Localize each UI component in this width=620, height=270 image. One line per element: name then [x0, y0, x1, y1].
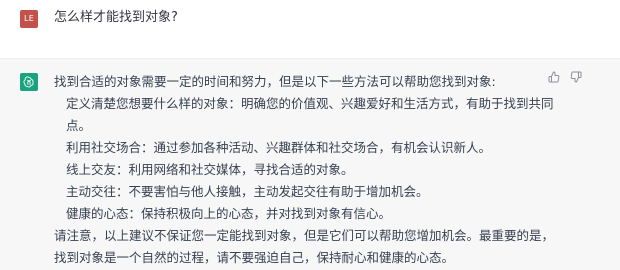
user-message-row: LE 怎么样才能找到对象?	[0, 0, 620, 58]
feedback-buttons	[548, 71, 582, 83]
list-item: 定义清楚您想要什么样的对象：明确您的价值观、兴趣爱好和生活方式，有助于找到共同点…	[66, 96, 554, 133]
openai-logo-icon	[23, 76, 35, 88]
chat-window: LE 怎么样才能找到对象? 找到合适的对象需要一定的时间和努力，但是以下一些方法…	[0, 0, 620, 270]
list-item: 线上交友：利用网络和社交媒体，寻找合适的对象。	[66, 162, 354, 177]
thumbs-up-icon[interactable]	[548, 71, 560, 83]
assistant-avatar	[20, 73, 38, 91]
list-item: 利用社交场合：通过参加各种活动、兴趣群体和社交场合，有机会认识新人。	[66, 140, 492, 155]
assistant-intro: 找到合适的对象需要一定的时间和努力，但是以下一些方法可以帮助您找到对象:	[54, 74, 496, 89]
thumbs-down-icon[interactable]	[570, 71, 582, 83]
list-item: 健康的心态：保持积极向上的心态，并对找到对象有信心。	[66, 206, 392, 221]
assistant-message-text: 找到合适的对象需要一定的时间和努力，但是以下一些方法可以帮助您找到对象: 定义清…	[54, 71, 554, 269]
assistant-closing: 请注意，以上建议不保证您一定能找到对象，但是它们可以帮助您增加机会。最重要的是，…	[54, 228, 555, 265]
list-item: 主动交往：不要害怕与他人接触，主动发起交往有助于增加机会。	[66, 184, 429, 199]
assistant-message-row: 找到合适的对象需要一定的时间和努力，但是以下一些方法可以帮助您找到对象: 定义清…	[0, 58, 620, 270]
user-avatar: LE	[20, 10, 38, 28]
user-message-text: 怎么样才能找到对象?	[54, 10, 178, 25]
